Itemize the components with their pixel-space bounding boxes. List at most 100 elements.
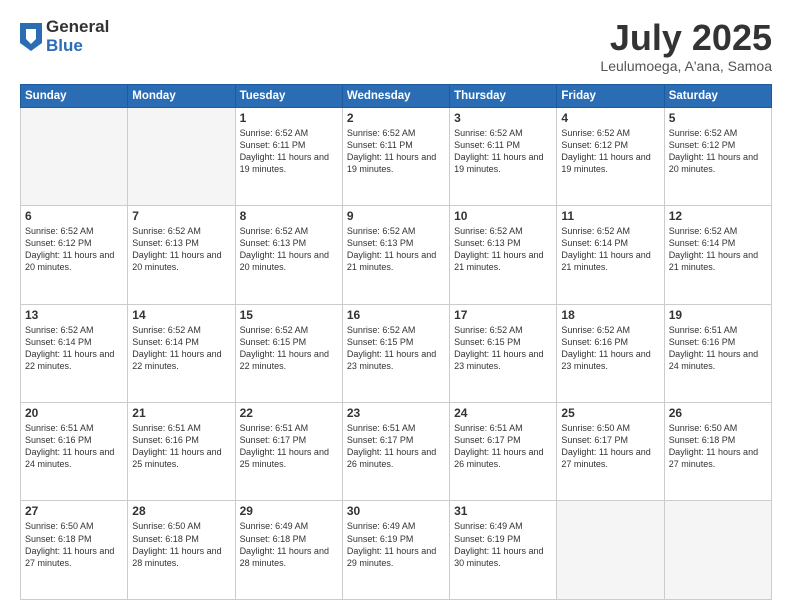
calendar-cell: 29 Sunrise: 6:49 AM Sunset: 6:18 PM Dayli…	[235, 501, 342, 600]
day-number: 1	[240, 111, 338, 125]
calendar-cell: 5 Sunrise: 6:52 AM Sunset: 6:12 PM Daylig…	[664, 107, 771, 205]
cell-info: Sunrise: 6:52 AM Sunset: 6:11 PM Dayligh…	[240, 127, 338, 176]
cell-info: Sunrise: 6:52 AM Sunset: 6:15 PM Dayligh…	[347, 324, 445, 373]
calendar-cell: 31Sunrise: 6:49 AM Sunset: 6:19 PM Dayli…	[450, 501, 557, 600]
logo: General Blue	[20, 18, 109, 55]
cell-info: Sunrise: 6:49 AM Sunset: 6:18 PM Dayligh…	[240, 520, 338, 569]
calendar-cell	[128, 107, 235, 205]
calendar-week-3: 13 Sunrise: 6:52 AM Sunset: 6:14 PM Dayli…	[21, 304, 772, 402]
cell-info: Sunrise: 6:52 AM Sunset: 6:14 PM Dayligh…	[669, 225, 767, 274]
calendar-cell: 12Sunrise: 6:52 AM Sunset: 6:14 PM Dayli…	[664, 206, 771, 304]
calendar-body: 1 Sunrise: 6:52 AM Sunset: 6:11 PM Daylig…	[21, 107, 772, 599]
day-number: 28	[132, 504, 230, 518]
cell-info: Sunrise: 6:52 AM Sunset: 6:13 PM Dayligh…	[240, 225, 338, 274]
calendar-header-saturday: Saturday	[664, 84, 771, 107]
cell-info: Sunrise: 6:52 AM Sunset: 6:11 PM Dayligh…	[454, 127, 552, 176]
day-number: 30	[347, 504, 445, 518]
cell-info: Sunrise: 6:52 AM Sunset: 6:12 PM Dayligh…	[561, 127, 659, 176]
calendar-cell: 18 Sunrise: 6:52 AM Sunset: 6:16 PM Dayli…	[557, 304, 664, 402]
day-number: 21	[132, 406, 230, 420]
cell-info: Sunrise: 6:52 AM Sunset: 6:11 PM Dayligh…	[347, 127, 445, 176]
logo-text: General Blue	[46, 18, 109, 55]
day-number: 15	[240, 308, 338, 322]
header: General Blue July 2025 Leulumoega, A'ana…	[20, 18, 772, 74]
cell-info: Sunrise: 6:52 AM Sunset: 6:16 PM Dayligh…	[561, 324, 659, 373]
calendar-cell: 7 Sunrise: 6:52 AM Sunset: 6:13 PM Daylig…	[128, 206, 235, 304]
calendar-header-thursday: Thursday	[450, 84, 557, 107]
day-number: 23	[347, 406, 445, 420]
day-number: 11	[561, 209, 659, 223]
cell-info: Sunrise: 6:50 AM Sunset: 6:18 PM Dayligh…	[669, 422, 767, 471]
month-title: July 2025	[600, 18, 772, 58]
day-number: 2	[347, 111, 445, 125]
calendar-cell: 23Sunrise: 6:51 AM Sunset: 6:17 PM Dayli…	[342, 403, 449, 501]
cell-info: Sunrise: 6:50 AM Sunset: 6:17 PM Dayligh…	[561, 422, 659, 471]
calendar-cell	[21, 107, 128, 205]
calendar-cell	[557, 501, 664, 600]
cell-info: Sunrise: 6:52 AM Sunset: 6:13 PM Dayligh…	[132, 225, 230, 274]
cell-info: Sunrise: 6:49 AM Sunset: 6:19 PM Dayligh…	[454, 520, 552, 569]
calendar-cell: 25 Sunrise: 6:50 AM Sunset: 6:17 PM Dayli…	[557, 403, 664, 501]
cell-info: Sunrise: 6:52 AM Sunset: 6:13 PM Dayligh…	[454, 225, 552, 274]
cell-info: Sunrise: 6:51 AM Sunset: 6:17 PM Dayligh…	[240, 422, 338, 471]
calendar-table: SundayMondayTuesdayWednesdayThursdayFrid…	[20, 84, 772, 600]
calendar-cell: 11 Sunrise: 6:52 AM Sunset: 6:14 PM Dayli…	[557, 206, 664, 304]
day-number: 20	[25, 406, 123, 420]
calendar-cell: 22Sunrise: 6:51 AM Sunset: 6:17 PM Dayli…	[235, 403, 342, 501]
calendar-header-tuesday: Tuesday	[235, 84, 342, 107]
day-number: 19	[669, 308, 767, 322]
calendar-header-friday: Friday	[557, 84, 664, 107]
cell-info: Sunrise: 6:49 AM Sunset: 6:19 PM Dayligh…	[347, 520, 445, 569]
cell-info: Sunrise: 6:52 AM Sunset: 6:13 PM Dayligh…	[347, 225, 445, 274]
calendar-header-sunday: Sunday	[21, 84, 128, 107]
calendar-cell: 28Sunrise: 6:50 AM Sunset: 6:18 PM Dayli…	[128, 501, 235, 600]
day-number: 26	[669, 406, 767, 420]
day-number: 18	[561, 308, 659, 322]
day-number: 4	[561, 111, 659, 125]
calendar-week-1: 1 Sunrise: 6:52 AM Sunset: 6:11 PM Daylig…	[21, 107, 772, 205]
day-number: 16	[347, 308, 445, 322]
cell-info: Sunrise: 6:52 AM Sunset: 6:12 PM Dayligh…	[25, 225, 123, 274]
cell-info: Sunrise: 6:52 AM Sunset: 6:15 PM Dayligh…	[240, 324, 338, 373]
calendar-cell: 17 Sunrise: 6:52 AM Sunset: 6:15 PM Dayli…	[450, 304, 557, 402]
cell-info: Sunrise: 6:52 AM Sunset: 6:14 PM Dayligh…	[561, 225, 659, 274]
day-number: 13	[25, 308, 123, 322]
day-number: 25	[561, 406, 659, 420]
day-number: 17	[454, 308, 552, 322]
day-number: 27	[25, 504, 123, 518]
day-number: 7	[132, 209, 230, 223]
day-number: 5	[669, 111, 767, 125]
cell-info: Sunrise: 6:52 AM Sunset: 6:15 PM Dayligh…	[454, 324, 552, 373]
cell-info: Sunrise: 6:51 AM Sunset: 6:16 PM Dayligh…	[669, 324, 767, 373]
calendar-cell: 6Sunrise: 6:52 AM Sunset: 6:12 PM Daylig…	[21, 206, 128, 304]
calendar-header-wednesday: Wednesday	[342, 84, 449, 107]
cell-info: Sunrise: 6:50 AM Sunset: 6:18 PM Dayligh…	[25, 520, 123, 569]
calendar-cell	[664, 501, 771, 600]
day-number: 8	[240, 209, 338, 223]
day-number: 14	[132, 308, 230, 322]
day-number: 10	[454, 209, 552, 223]
calendar-cell: 15 Sunrise: 6:52 AM Sunset: 6:15 PM Dayli…	[235, 304, 342, 402]
day-number: 3	[454, 111, 552, 125]
calendar-cell: 20 Sunrise: 6:51 AM Sunset: 6:16 PM Dayli…	[21, 403, 128, 501]
page: General Blue July 2025 Leulumoega, A'ana…	[0, 0, 792, 612]
logo-icon	[20, 23, 42, 51]
calendar-cell: 21Sunrise: 6:51 AM Sunset: 6:16 PM Dayli…	[128, 403, 235, 501]
calendar-cell: 1 Sunrise: 6:52 AM Sunset: 6:11 PM Daylig…	[235, 107, 342, 205]
calendar-cell: 24Sunrise: 6:51 AM Sunset: 6:17 PM Dayli…	[450, 403, 557, 501]
cell-info: Sunrise: 6:52 AM Sunset: 6:12 PM Dayligh…	[669, 127, 767, 176]
calendar-cell: 3 Sunrise: 6:52 AM Sunset: 6:11 PM Daylig…	[450, 107, 557, 205]
calendar-cell: 30 Sunrise: 6:49 AM Sunset: 6:19 PM Dayli…	[342, 501, 449, 600]
calendar-header-monday: Monday	[128, 84, 235, 107]
calendar-cell: 14 Sunrise: 6:52 AM Sunset: 6:14 PM Dayli…	[128, 304, 235, 402]
calendar-cell: 19 Sunrise: 6:51 AM Sunset: 6:16 PM Dayli…	[664, 304, 771, 402]
cell-info: Sunrise: 6:51 AM Sunset: 6:17 PM Dayligh…	[454, 422, 552, 471]
calendar-cell: 8 Sunrise: 6:52 AM Sunset: 6:13 PM Daylig…	[235, 206, 342, 304]
cell-info: Sunrise: 6:52 AM Sunset: 6:14 PM Dayligh…	[132, 324, 230, 373]
cell-info: Sunrise: 6:51 AM Sunset: 6:16 PM Dayligh…	[25, 422, 123, 471]
calendar-cell: 13 Sunrise: 6:52 AM Sunset: 6:14 PM Dayli…	[21, 304, 128, 402]
title-block: July 2025 Leulumoega, A'ana, Samoa	[600, 18, 772, 74]
calendar-cell: 2 Sunrise: 6:52 AM Sunset: 6:11 PM Daylig…	[342, 107, 449, 205]
day-number: 29	[240, 504, 338, 518]
cell-info: Sunrise: 6:52 AM Sunset: 6:14 PM Dayligh…	[25, 324, 123, 373]
